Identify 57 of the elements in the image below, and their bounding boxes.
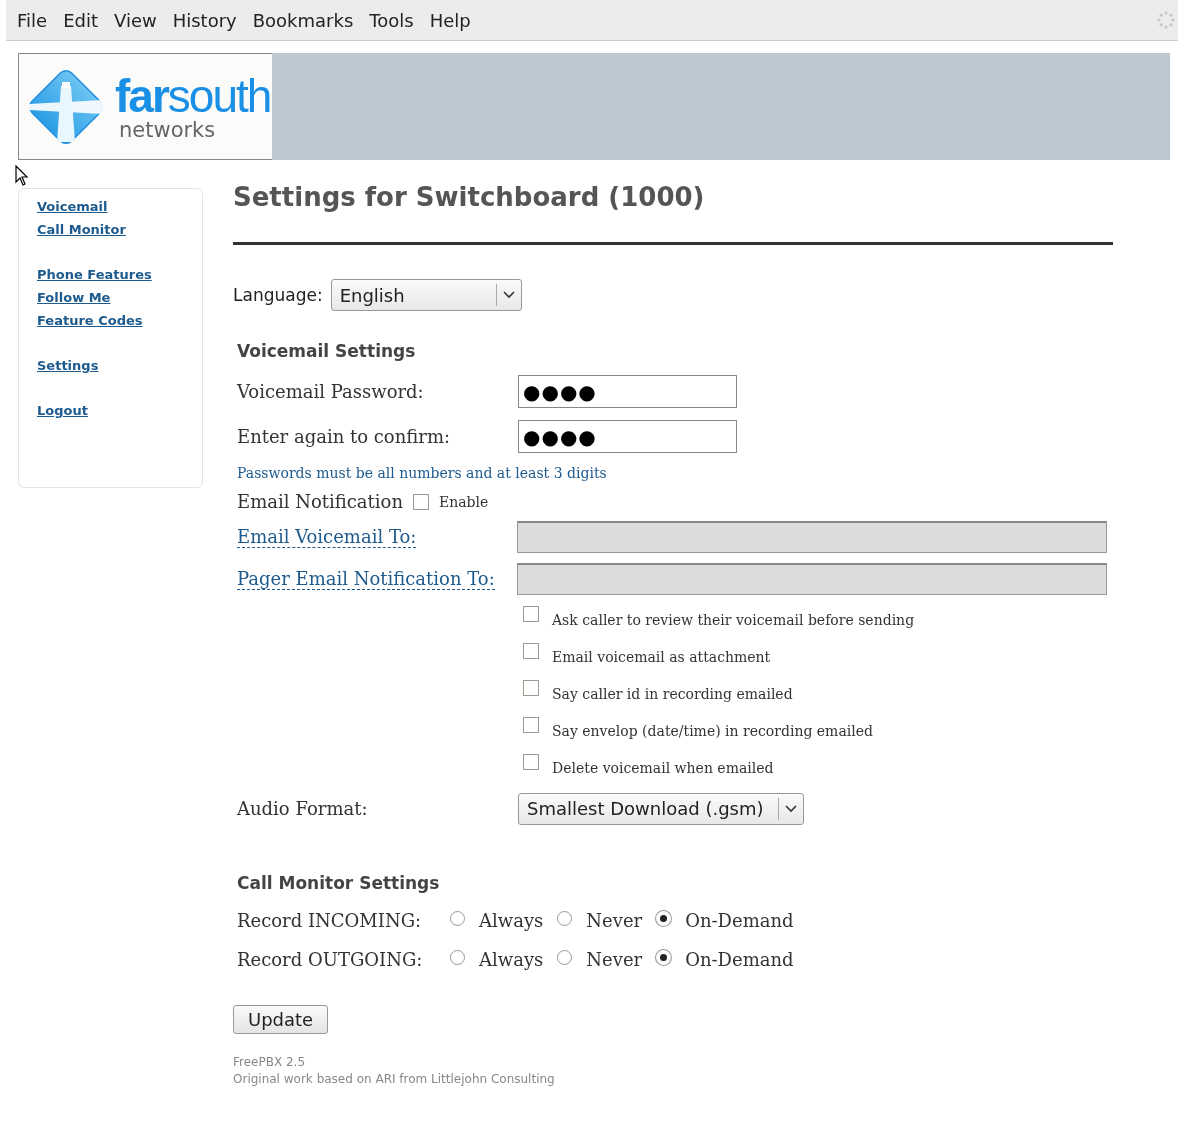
- menu-item[interactable]: Bookmarks: [247, 9, 365, 31]
- page-title: Settings for Switchboard (1000): [233, 182, 706, 212]
- sidebar-link[interactable]: Call Monitor: [37, 222, 126, 237]
- radio-label: Never: [586, 910, 643, 931]
- radio-label: On-Demand: [685, 910, 794, 931]
- sidebar-link[interactable]: Settings: [37, 358, 99, 373]
- password-field[interactable]: ●●●●: [518, 375, 737, 408]
- checkbox-label: Delete voicemail when emailed: [552, 760, 774, 776]
- checkbox-label: Ask caller to review their voicemail before sending: [552, 612, 915, 628]
- footer-text: Original work based on ARI from Littlejohn Consulting: [233, 1071, 556, 1088]
- checkbox-label: Enable: [439, 493, 489, 510]
- checkbox-label: Email voicemail as attachment: [552, 649, 771, 665]
- menu-item[interactable]: Edit: [58, 9, 109, 31]
- checkbox[interactable]: [523, 606, 539, 622]
- menu-item[interactable]: File: [12, 9, 59, 31]
- field-label: Email Notification: [237, 491, 403, 512]
- sidebar-link[interactable]: Phone Features: [37, 267, 152, 282]
- field-label: Language:: [233, 285, 323, 305]
- field-label: Voicemail Password:: [237, 381, 425, 402]
- language-dropdown[interactable]: English: [330, 279, 522, 311]
- menu-item[interactable]: History: [167, 9, 248, 31]
- section-heading: Voicemail Settings: [237, 341, 417, 361]
- sidebar-link[interactable]: Voicemail: [37, 199, 108, 214]
- hint-text: Passwords must be all numbers and at least 3 digits: [237, 465, 608, 481]
- checkbox[interactable]: [523, 680, 539, 696]
- sidebar-link[interactable]: Follow Me: [37, 290, 111, 305]
- checkbox[interactable]: [523, 717, 539, 733]
- radio-label: Never: [586, 949, 643, 970]
- logo-subtitle: networks: [119, 118, 217, 141]
- radio-button[interactable]: [557, 911, 573, 926]
- menu-item[interactable]: Help: [424, 9, 482, 31]
- radio-label: Always: [479, 910, 544, 931]
- menu-item[interactable]: Tools: [364, 9, 425, 31]
- cursor-icon: [15, 165, 29, 187]
- footer-text: FreePBX 2.5: [233, 1054, 307, 1071]
- sidebar-link[interactable]: Feature Codes: [37, 313, 143, 328]
- checkbox[interactable]: [523, 643, 539, 659]
- update-button[interactable]: Update: [233, 1005, 329, 1034]
- field-label: Record INCOMING:: [237, 910, 423, 931]
- radio-label: On-Demand: [685, 949, 794, 970]
- radio-button[interactable]: [450, 911, 465, 926]
- checkbox-label: Say envelop (date/time) in recording emailed: [552, 723, 873, 739]
- password-field[interactable]: ●●●●: [518, 420, 737, 453]
- checkbox-label: Say caller id in recording emailed: [552, 686, 793, 702]
- sidebar-link[interactable]: Logout: [37, 403, 88, 418]
- logo-wordmark: farsouth: [115, 72, 271, 119]
- field-label: Record OUTGOING:: [237, 949, 424, 970]
- checkbox[interactable]: [413, 493, 429, 510]
- section-heading: Call Monitor Settings: [237, 873, 441, 893]
- radio-button[interactable]: [450, 950, 465, 965]
- radio-button[interactable]: [557, 950, 573, 965]
- field-label: Audio Format:: [237, 798, 369, 819]
- checkbox[interactable]: [523, 754, 539, 770]
- menu-item[interactable]: View: [109, 9, 168, 31]
- radio-label: Always: [479, 949, 544, 970]
- field-label: Enter again to confirm:: [237, 426, 452, 447]
- audio-format-dropdown[interactable]: Smallest Download (.gsm): [518, 792, 804, 825]
